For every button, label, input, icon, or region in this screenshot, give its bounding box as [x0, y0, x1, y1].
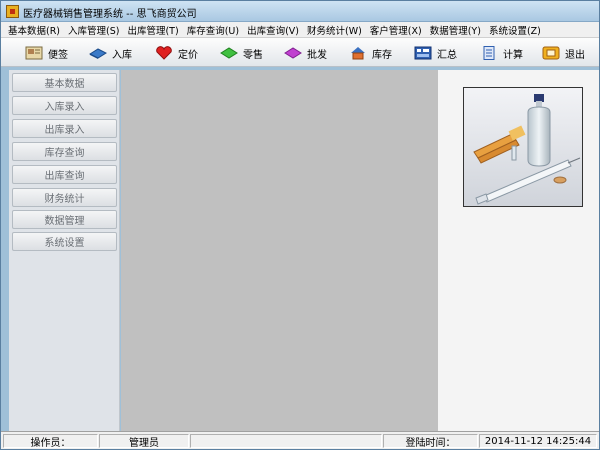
- stock-in-label: 入库: [112, 49, 132, 61]
- operator-label: 操作员：: [3, 434, 98, 449]
- sidebar-item-outbound-query[interactable]: 出库查询: [12, 165, 117, 184]
- pricing-label: 定价: [178, 49, 198, 61]
- retail-label: 零售: [243, 49, 263, 61]
- inventory-label: 库存: [372, 49, 392, 61]
- operator-value: 管理员: [99, 434, 189, 449]
- exit-icon: [542, 46, 560, 60]
- sidebar-item-inventory-query[interactable]: 库存查询: [12, 142, 117, 161]
- wholesale-label: 批发: [307, 49, 327, 61]
- summary-label: 汇总: [437, 49, 457, 61]
- summary-button[interactable]: 汇总: [414, 42, 457, 64]
- menu-stock-out[interactable]: 出库管理(T): [124, 23, 181, 37]
- purple-gem-icon: [284, 47, 302, 59]
- notepad-icon: [25, 46, 43, 60]
- login-time-label: 登陆时间：: [383, 434, 478, 449]
- menu-inventory-query[interactable]: 库存查询(U): [184, 23, 242, 37]
- sidebar-item-finance-stats[interactable]: 财务统计: [12, 188, 117, 207]
- retail-button[interactable]: 零售: [220, 42, 263, 64]
- inventory-button[interactable]: 库存: [349, 42, 392, 64]
- menu-system-settings[interactable]: 系统设置(Z): [486, 23, 544, 37]
- menu-basic-data[interactable]: 基本数据(R): [5, 23, 63, 37]
- heart-icon: [156, 46, 172, 60]
- sidebar-item-basic-data[interactable]: 基本数据: [12, 73, 117, 92]
- sidebar-item-data-mgmt[interactable]: 数据管理: [12, 210, 117, 229]
- exit-label: 退出: [565, 49, 585, 61]
- wholesale-button[interactable]: 批发: [284, 42, 327, 64]
- note-button[interactable]: 便签: [25, 42, 68, 64]
- title-bar[interactable]: 医疗器械销售管理系统 -- 思飞商贸公司: [1, 1, 599, 22]
- menu-finance-stats[interactable]: 财务统计(W): [304, 23, 365, 37]
- document-icon: [483, 46, 495, 60]
- sidebar-item-stock-out-entry[interactable]: 出库录入: [12, 119, 117, 138]
- sidebar-item-system-settings[interactable]: 系统设置: [12, 232, 117, 251]
- menu-outbound-query[interactable]: 出库查询(V): [244, 23, 302, 37]
- status-empty-cell: [190, 434, 382, 448]
- stock-in-button[interactable]: 入库: [89, 42, 132, 64]
- sidebar-item-stock-in-entry[interactable]: 入库录入: [12, 96, 117, 115]
- house-icon: [351, 47, 365, 60]
- calculate-label: 计算: [503, 49, 523, 61]
- book-icon: [89, 48, 107, 59]
- menu-data-mgmt[interactable]: 数据管理(Y): [427, 23, 484, 37]
- calculator-icon: [414, 46, 432, 60]
- pricing-button[interactable]: 定价: [155, 42, 198, 64]
- note-label: 便签: [48, 49, 68, 61]
- green-gem-icon: [220, 47, 238, 59]
- menu-stock-in[interactable]: 入库管理(S): [65, 23, 122, 37]
- app-window: 医疗器械销售管理系统 -- 思飞商贸公司 基本数据(R) 入库管理(S) 出库管…: [0, 0, 600, 450]
- login-time-value: 2014-11-12 14:25:44: [479, 434, 597, 448]
- toolbar: 便签 入库 定价 零售 批发 库存 汇总 计算 退出: [1, 38, 599, 67]
- app-icon: [6, 5, 19, 18]
- status-bar: 操作员： 管理员 登陆时间： 2014-11-12 14:25:44: [1, 431, 599, 449]
- medical-supplies-photo: [463, 87, 583, 207]
- window-title: 医疗器械销售管理系统 -- 思飞商贸公司: [23, 9, 197, 20]
- menu-customer-mgmt[interactable]: 客户管理(X): [367, 23, 425, 37]
- right-panel: [438, 70, 599, 431]
- menu-bar: 基本数据(R) 入库管理(S) 出库管理(T) 库存查询(U) 出库查询(V) …: [1, 22, 599, 38]
- exit-button[interactable]: 退出: [542, 42, 585, 64]
- main-workspace: [121, 70, 438, 431]
- sidebar: 基本数据 入库录入 出库录入 库存查询 出库查询 财务统计 数据管理 系统设置: [9, 70, 120, 431]
- calculate-button[interactable]: 计算: [480, 42, 523, 64]
